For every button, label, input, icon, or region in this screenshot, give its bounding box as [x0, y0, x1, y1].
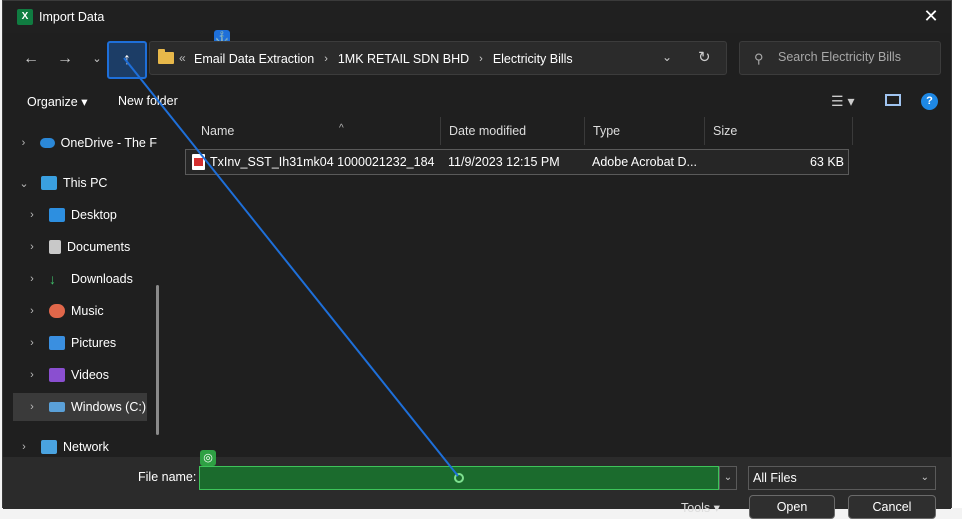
search-input[interactable] — [778, 50, 928, 64]
chevron-down-icon: ⌄ — [92, 53, 102, 65]
column-header-label: Name — [201, 124, 235, 138]
arrow-right-icon: → — [57, 50, 73, 67]
file-date: 11/9/2023 12:15 PM — [448, 155, 560, 169]
chevron-right-icon[interactable]: › — [17, 441, 31, 453]
file-type-select[interactable]: All Files ⌄ — [748, 466, 936, 490]
chevron-right-icon[interactable]: › — [25, 369, 39, 381]
chevron-right-icon[interactable]: › — [25, 305, 39, 317]
sidebar-item-documents[interactable]: › Documents — [25, 233, 157, 261]
column-header-name[interactable]: Name ^ — [193, 117, 441, 145]
sidebar-item-pictures[interactable]: › Pictures — [25, 329, 157, 357]
sidebar-item-label: Network — [63, 440, 109, 454]
import-data-dialog: X Import Data ✕ ← → ⌄ ↑ ⚓ « Email Data E… — [2, 0, 953, 519]
arrow-left-icon: ← — [23, 50, 39, 67]
view-options-icon[interactable]: ☰ ▾ — [831, 93, 854, 110]
forward-button[interactable]: → — [51, 47, 79, 71]
chevron-down-icon: ⌄ — [920, 472, 929, 483]
cancel-button[interactable]: Cancel — [848, 495, 936, 519]
sidebar-item-label: OneDrive - The F — [60, 136, 157, 150]
help-icon[interactable]: ? — [921, 93, 938, 110]
sidebar-item-label: Documents — [67, 240, 131, 254]
file-name-bar: File name: ◎ ⌄ All Files ⌄ Tools ▾ Open … — [3, 450, 951, 519]
file-name-dropdown-icon[interactable]: ⌄ — [719, 466, 737, 490]
back-button[interactable]: ← — [17, 47, 45, 71]
search-box[interactable]: ⚲ — [739, 41, 941, 75]
address-dropdown-icon[interactable]: ⌄ — [662, 50, 672, 64]
pdf-file-icon — [192, 154, 205, 170]
preview-pane-icon[interactable] — [885, 94, 901, 106]
breadcrumb-chevron-icon[interactable]: › — [479, 53, 483, 65]
column-header-size[interactable]: Size — [705, 117, 853, 145]
address-bar[interactable]: « Email Data Extraction › 1MK RETAIL SDN… — [149, 41, 727, 75]
sidebar-item-desktop[interactable]: › Desktop — [25, 201, 157, 229]
sidebar-item-label: Pictures — [71, 336, 117, 350]
sidebar-item-label: Music — [71, 304, 104, 318]
sidebar-item-onedrive[interactable]: › OneDrive - The F — [17, 129, 157, 157]
title-bar: X Import Data ✕ — [3, 1, 951, 33]
desktop-icon — [49, 208, 65, 222]
sidebar-item-videos[interactable]: › Videos — [25, 361, 157, 389]
file-name-label: File name: — [138, 470, 197, 484]
pictures-icon — [49, 336, 65, 350]
sidebar-item-this-pc[interactable]: ⌄ This PC — [17, 169, 157, 197]
breadcrumb-item[interactable]: Email Data Extraction — [194, 52, 314, 66]
chevron-down-icon[interactable]: ⌄ — [17, 177, 31, 190]
sort-ascending-icon: ^ — [339, 123, 344, 134]
sidebar-item-windows-c[interactable]: › Windows (C:) — [13, 393, 147, 421]
breadcrumb: Email Data Extraction › 1MK RETAIL SDN B… — [194, 52, 573, 66]
sidebar-item-label: Windows (C:) — [71, 400, 147, 414]
sidebar-item-downloads[interactable]: › ↓ Downloads — [25, 265, 157, 293]
chevron-right-icon[interactable]: › — [25, 337, 39, 349]
sidebar-item-label: Desktop — [71, 208, 117, 222]
chevron-right-icon[interactable]: › — [17, 137, 30, 149]
click-target-marker — [454, 473, 464, 483]
navigation-pane: › OneDrive - The F ⌄ This PC › Desktop ›… — [3, 119, 161, 457]
document-icon — [49, 240, 61, 254]
new-folder-button[interactable]: New folder — [118, 94, 178, 108]
sidebar-item-label: Videos — [71, 368, 109, 382]
breadcrumb-item[interactable]: 1MK RETAIL SDN BHD — [338, 52, 469, 66]
open-button[interactable]: Open — [749, 495, 835, 519]
computer-icon — [41, 176, 57, 190]
file-list: Name ^ Date modified Type Size TxInv_SST… — [167, 117, 953, 457]
folder-icon — [158, 49, 174, 64]
drive-icon — [49, 402, 65, 412]
chevron-right-icon[interactable]: › — [25, 241, 39, 253]
download-icon: ↓ — [49, 271, 56, 287]
chevron-right-icon[interactable]: › — [25, 209, 39, 221]
close-button[interactable]: ✕ — [911, 1, 951, 33]
videos-icon — [49, 368, 65, 382]
music-icon — [49, 304, 65, 318]
close-icon: ✕ — [923, 6, 939, 26]
column-header-type[interactable]: Type — [585, 117, 705, 145]
target-icon: ◎ — [200, 450, 216, 466]
breadcrumb-chevron-icon[interactable]: › — [324, 53, 328, 65]
breadcrumb-item[interactable]: Electricity Bills — [493, 52, 573, 66]
cloud-icon — [39, 138, 55, 148]
navigation-row: ← → ⌄ ↑ ⚓ « Email Data Extraction › 1MK … — [3, 30, 951, 83]
breadcrumb-overflow[interactable]: « — [179, 51, 186, 65]
network-icon — [41, 440, 57, 454]
sidebar-item-label: This PC — [63, 176, 108, 190]
sidebar-item-label: Downloads — [71, 272, 133, 286]
window-title: Import Data — [39, 10, 105, 24]
chevron-right-icon[interactable]: › — [25, 401, 39, 413]
column-header-date[interactable]: Date modified — [441, 117, 585, 145]
excel-icon: X — [17, 9, 33, 25]
file-size: 63 KB — [809, 155, 844, 169]
command-bar: Organize ▾ New folder ☰ ▾ ? — [3, 87, 951, 117]
up-button[interactable]: ↑ ⚓ — [107, 30, 230, 79]
arrow-up-icon: ↑ — [123, 51, 131, 68]
refresh-icon[interactable]: ↻ — [698, 48, 711, 66]
sidebar-item-music[interactable]: › Music — [25, 297, 157, 325]
chevron-right-icon[interactable]: › — [25, 273, 39, 285]
search-icon: ⚲ — [754, 51, 764, 66]
sidebar-scrollbar[interactable] — [156, 285, 159, 435]
file-type-value: All Files — [753, 471, 797, 485]
file-name: TxInv_SST_Ih31mk04 1000021232_184 — [210, 155, 435, 169]
file-type: Adobe Acrobat D... — [592, 155, 697, 169]
organize-button[interactable]: Organize ▾ — [27, 94, 87, 109]
file-row[interactable]: TxInv_SST_Ih31mk04 1000021232_184 11/9/2… — [185, 149, 849, 175]
